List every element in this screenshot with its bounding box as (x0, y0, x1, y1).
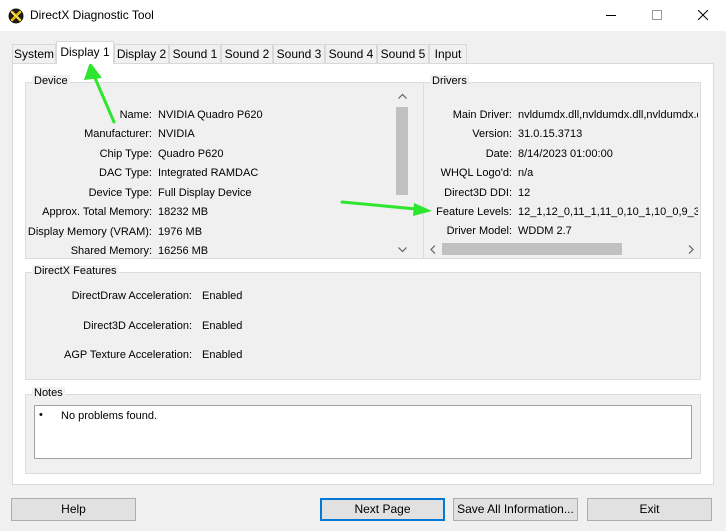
driver-value: 12_1,12_0,11_1,11_0,10_1,10_0,9_3 (518, 206, 698, 218)
device-value: Integrated RAMDAC (158, 167, 259, 179)
driver-value: 12 (518, 187, 531, 199)
tab-display-1[interactable]: Display 1 (56, 41, 114, 64)
device-value: NVIDIA Quadro P620 (158, 109, 263, 121)
device-row: Name: (119, 109, 152, 121)
minimize-icon (606, 15, 616, 16)
drivers-group: Drivers Main Driver: nvldumdx.dll,nvldum… (423, 75, 701, 259)
chevron-down-icon[interactable] (398, 247, 407, 253)
chevron-up-icon[interactable] (398, 93, 407, 99)
driver-row: Date: (485, 148, 512, 160)
notes-item: No problems found. (61, 410, 157, 422)
feature-value: Enabled (202, 290, 243, 302)
save-all-information-button[interactable]: Save All Information... (453, 498, 578, 521)
chevron-left-icon[interactable] (430, 245, 436, 254)
device-value: 1976 MB (158, 226, 203, 238)
driver-row: Feature Levels: (436, 206, 512, 218)
device-group: Device Name: NVIDIA Quadro P620 Manufact… (25, 75, 425, 259)
driver-row: Version: (472, 128, 512, 140)
device-row: Manufacturer: (84, 128, 152, 140)
feature-row: DirectDraw Acceleration: (71, 290, 192, 302)
driver-row: Driver Model: (446, 225, 512, 237)
driver-row: WHQL Logo'd: (440, 167, 512, 179)
device-scrollbar-thumb[interactable] (396, 107, 408, 195)
title-bar[interactable]: DirectX Diagnostic Tool (0, 0, 726, 31)
bullet-icon: • (39, 409, 43, 421)
chevron-right-icon[interactable] (688, 245, 694, 254)
drivers-scrollbar-thumb[interactable] (442, 243, 622, 255)
driver-value: nvldumdx.dll,nvldumdx.dll,nvldumdx.d (518, 109, 698, 121)
close-icon (698, 10, 708, 20)
driver-value: 31.0.15.3713 (518, 128, 583, 140)
tab-sound-3[interactable]: Sound 3 (273, 44, 325, 63)
device-value: NVIDIA (158, 128, 195, 140)
help-button[interactable]: Help (11, 498, 136, 521)
driver-value: WDDM 2.7 (518, 225, 572, 237)
driver-value: n/a (518, 167, 534, 179)
exit-button[interactable]: Exit (587, 498, 712, 521)
device-value: Quadro P620 (158, 148, 224, 160)
drivers-list[interactable]: Main Driver: nvldumdx.dll,nvldumdx.dll,n… (424, 83, 698, 239)
tab-sound-5[interactable]: Sound 5 (377, 44, 429, 63)
notes-box[interactable]: • No problems found. (34, 405, 692, 459)
tab-input[interactable]: Input (429, 44, 467, 63)
directx-features-title: DirectX Features (32, 265, 119, 277)
tab-system[interactable]: System (12, 44, 56, 63)
window-title: DirectX Diagnostic Tool (30, 8, 154, 22)
tab-sound-2[interactable]: Sound 2 (221, 44, 273, 63)
feature-row: Direct3D Acceleration: (83, 320, 192, 332)
notes-group: Notes • No problems found. (25, 387, 701, 474)
device-row: DAC Type: (99, 167, 152, 179)
tab-panel: Device Name: NVIDIA Quadro P620 Manufact… (12, 63, 714, 485)
minimize-button[interactable] (588, 0, 634, 31)
close-button[interactable] (680, 0, 726, 31)
driver-row: Main Driver: (452, 109, 512, 121)
next-page-button[interactable]: Next Page (320, 498, 445, 521)
device-row: Shared Memory: (70, 245, 152, 257)
feature-value: Enabled (202, 320, 243, 332)
directx-features-group: DirectX Features DirectDraw Acceleration… (25, 265, 701, 380)
drivers-scrollbar[interactable] (426, 241, 698, 257)
tab-sound-4[interactable]: Sound 4 (325, 44, 377, 63)
directx-logo-icon (8, 8, 24, 24)
maximize-icon (652, 10, 662, 20)
device-value: Full Display Device (158, 187, 252, 199)
feature-value: Enabled (202, 349, 243, 361)
tab-sound-1[interactable]: Sound 1 (169, 44, 221, 63)
device-row: Display Memory (VRAM): (27, 226, 152, 238)
notes-group-title: Notes (32, 387, 65, 399)
maximize-button[interactable] (634, 0, 680, 31)
device-scrollbar[interactable] (394, 89, 410, 257)
device-row: Chip Type: (99, 148, 152, 160)
device-value: 18232 MB (158, 206, 209, 218)
device-value: 16256 MB (158, 245, 209, 257)
driver-value: 8/14/2023 01:00:00 (518, 148, 613, 160)
tab-display-2[interactable]: Display 2 (114, 44, 169, 63)
device-row: Device Type: (88, 187, 152, 199)
feature-row: AGP Texture Acceleration: (64, 349, 192, 361)
device-row: Approx. Total Memory: (42, 206, 152, 218)
device-group-title: Device (32, 75, 70, 87)
driver-row: Direct3D DDI: (444, 187, 512, 199)
